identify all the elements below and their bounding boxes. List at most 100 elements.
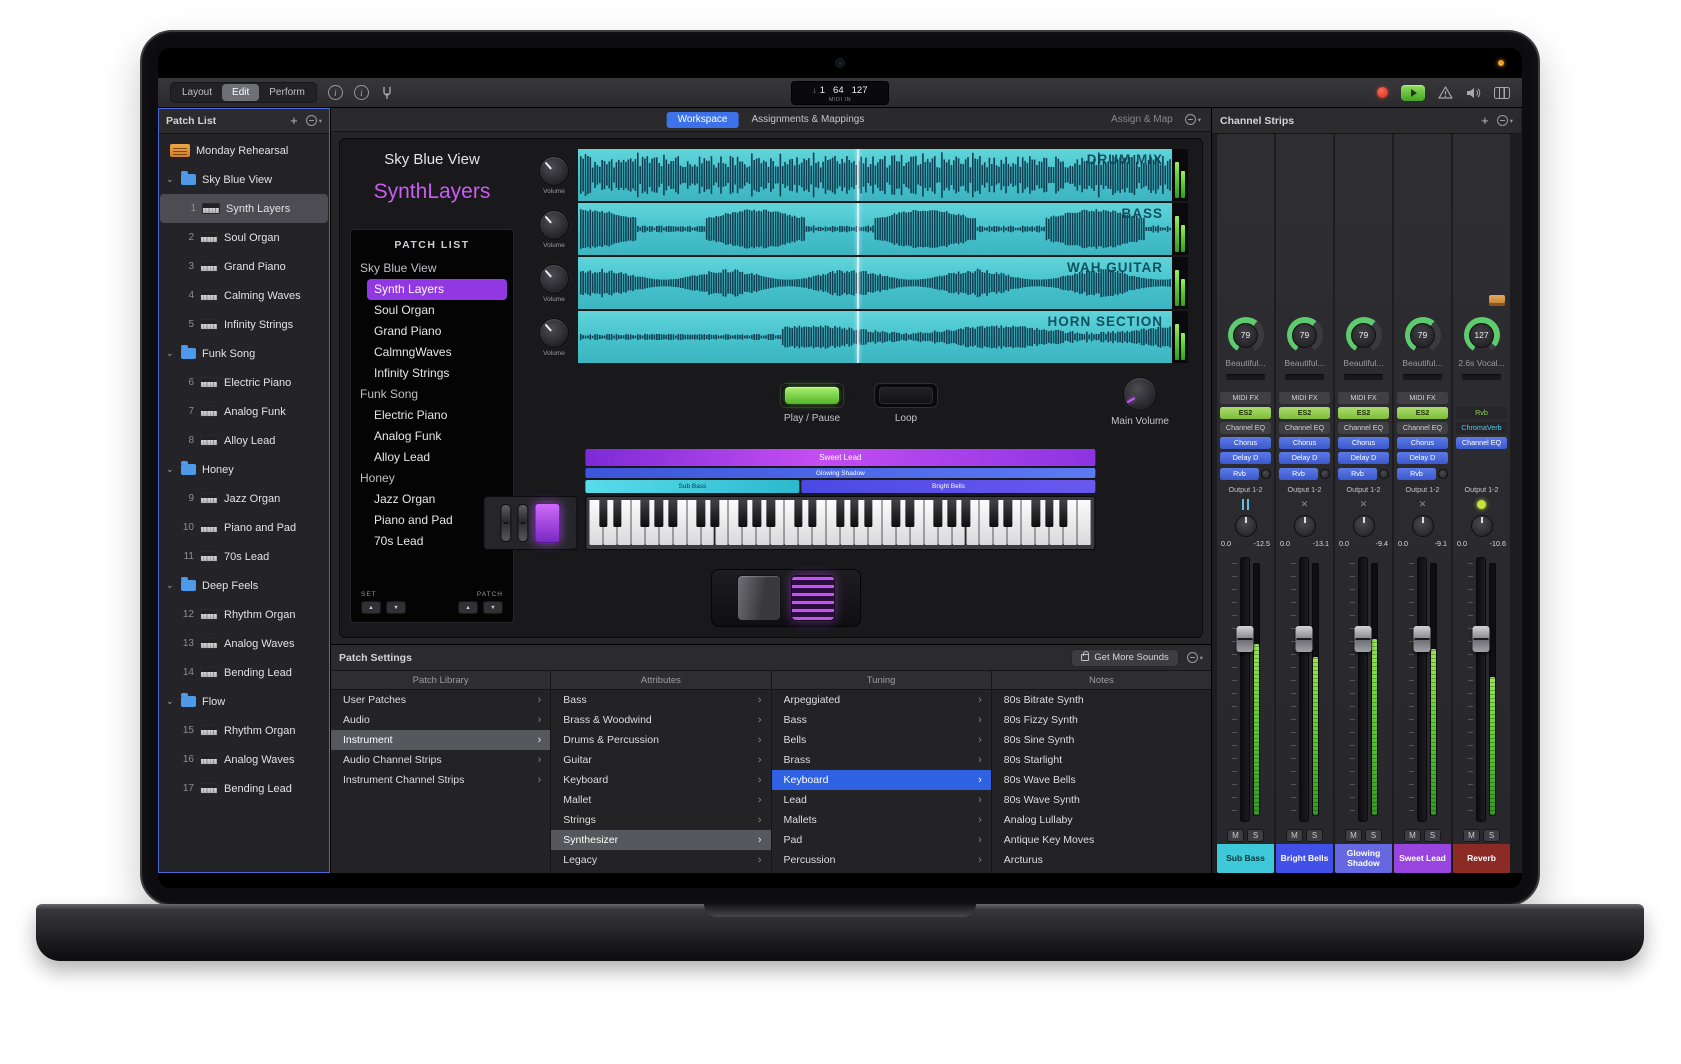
strip-level-knob[interactable]: 127: [1464, 317, 1500, 353]
send-knob[interactable]: [1379, 469, 1389, 479]
browser-item-80s-bitrate-synth[interactable]: 80s Bitrate Synth: [992, 690, 1211, 710]
midi-fx-slot[interactable]: MIDI FX: [1397, 392, 1448, 404]
patch-box-item[interactable]: Sky Blue View: [351, 258, 513, 279]
browser-item-pad[interactable]: Pad›: [772, 830, 991, 850]
send-knob[interactable]: [1320, 469, 1330, 479]
browser-item-keyboard[interactable]: Keyboard›: [551, 770, 770, 790]
midi-fx-slot[interactable]: MIDI FX: [1338, 392, 1389, 404]
piano-black-key[interactable]: [1059, 500, 1068, 527]
track-volume-knob[interactable]: [539, 210, 569, 240]
send-slot[interactable]: Rvb: [1397, 467, 1448, 481]
strip-name[interactable]: Reverb: [1453, 844, 1510, 873]
tab-workspace[interactable]: Workspace: [667, 112, 739, 128]
layer-sweet-lead[interactable]: Sweet Lead: [585, 449, 1095, 466]
piano-black-key[interactable]: [794, 500, 803, 527]
patch-row[interactable]: 15Rhythm Organ: [158, 716, 330, 745]
browser-item-bass[interactable]: Bass›: [551, 690, 770, 710]
audio-fx-slot[interactable]: Delay D: [1338, 452, 1389, 464]
waveform-display[interactable]: HORN SECTION: [578, 311, 1172, 363]
track-volume-knob[interactable]: [539, 156, 569, 186]
patch-box-item[interactable]: Funk Song: [351, 384, 513, 405]
piano-black-key[interactable]: [738, 500, 747, 527]
sustain-pedal[interactable]: [791, 575, 835, 621]
touch-pad[interactable]: [534, 503, 560, 543]
channel-strips-menu-button[interactable]: ▾: [1497, 115, 1513, 126]
fader-cap[interactable]: [1295, 626, 1312, 652]
layer-bright-bells[interactable]: Bright Bells: [802, 480, 1096, 493]
output-slot[interactable]: Output 1-2: [1217, 483, 1274, 496]
patch-box-item[interactable]: CalmngWaves: [351, 342, 513, 363]
pan-knob[interactable]: [1412, 515, 1434, 537]
piano-black-key[interactable]: [948, 500, 957, 527]
patch-box-item[interactable]: Electric Piano: [351, 405, 513, 426]
browser-item-guitar[interactable]: Guitar›: [551, 750, 770, 770]
patch-row[interactable]: 8Alloy Lead: [158, 426, 330, 455]
solo-button[interactable]: S: [1365, 829, 1382, 842]
browser-item-legacy[interactable]: Legacy›: [551, 850, 770, 870]
set-down-button[interactable]: ▼: [386, 601, 406, 614]
browser-item-arpeggiated[interactable]: Arpeggiated›: [772, 690, 991, 710]
send-knob[interactable]: [1438, 469, 1448, 479]
strip-level-knob[interactable]: 79: [1405, 317, 1441, 353]
browser-item-80s-sine-synth[interactable]: 80s Sine Synth: [992, 730, 1211, 750]
send-slot[interactable]: Rvb: [1338, 467, 1389, 481]
set-row[interactable]: ⌄Honey: [158, 455, 330, 484]
browser-item-drums-percussion[interactable]: Drums & Percussion›: [551, 730, 770, 750]
audio-fx-slot[interactable]: ChromaVerb: [1456, 422, 1507, 434]
speaker-icon[interactable]: [1466, 87, 1481, 99]
workspace-menu-button[interactable]: ▾: [1185, 114, 1201, 125]
tab-assignments-mappings[interactable]: Assignments & Mappings: [741, 112, 876, 128]
patch-row[interactable]: 12Rhythm Organ: [158, 600, 330, 629]
mute-button[interactable]: M: [1286, 829, 1303, 842]
audio-fx-slot[interactable]: Channel EQ: [1279, 422, 1330, 434]
concert-row[interactable]: Monday Rehearsal: [158, 136, 330, 165]
piano-black-key[interactable]: [1003, 500, 1012, 527]
piano-black-key[interactable]: [613, 500, 622, 527]
browser-item-instrument-channel-strips[interactable]: Instrument Channel Strips›: [331, 770, 550, 790]
output-slot[interactable]: Output 1-2: [1276, 483, 1333, 496]
browser-item-analog-lullaby[interactable]: Analog Lullaby: [992, 810, 1211, 830]
send-slot[interactable]: [1456, 467, 1507, 481]
instrument-slot[interactable]: Rvb: [1456, 407, 1507, 419]
instrument-slot[interactable]: ES2: [1279, 407, 1330, 419]
audio-fx-slot[interactable]: Chorus: [1338, 437, 1389, 449]
audio-fx-slot[interactable]: Delay D: [1397, 452, 1448, 464]
piano-black-key[interactable]: [808, 500, 817, 527]
mute-button[interactable]: M: [1227, 829, 1244, 842]
patch-row[interactable]: 3Grand Piano: [158, 252, 330, 281]
browser-item-instrument[interactable]: Instrument›: [331, 730, 550, 750]
piano-black-key[interactable]: [934, 500, 943, 527]
main-volume-knob[interactable]: [1123, 377, 1157, 411]
send-slot[interactable]: Rvb: [1279, 467, 1330, 481]
piano-black-key[interactable]: [1031, 500, 1040, 527]
patch-up-button[interactable]: ▲: [458, 601, 478, 614]
piano-black-key[interactable]: [962, 500, 971, 527]
piano-black-key[interactable]: [1045, 500, 1054, 527]
patch-row[interactable]: 9Jazz Organ: [158, 484, 330, 513]
fader-track[interactable]: [1299, 557, 1309, 822]
patch-row[interactable]: 17Bending Lead: [158, 774, 330, 803]
output-slot[interactable]: Output 1-2: [1453, 483, 1510, 496]
patch-row[interactable]: 6Electric Piano: [158, 368, 330, 397]
piano-black-key[interactable]: [752, 500, 761, 527]
patch-box-item[interactable]: Soul Organ: [351, 300, 513, 321]
browser-item-lead[interactable]: Lead›: [772, 790, 991, 810]
browser-item-mallets[interactable]: Mallets›: [772, 810, 991, 830]
browser-item-mallet[interactable]: Mallet›: [551, 790, 770, 810]
audio-fx-slot[interactable]: Delay D: [1279, 452, 1330, 464]
playhead[interactable]: [857, 149, 859, 201]
playhead[interactable]: [857, 203, 859, 255]
mute-button[interactable]: M: [1345, 829, 1362, 842]
tuner-icon[interactable]: [380, 86, 394, 100]
audio-fx-slot[interactable]: Channel EQ: [1397, 422, 1448, 434]
waveform-display[interactable]: WAH GUITAR: [578, 257, 1172, 309]
audio-fx-slot[interactable]: Channel EQ: [1338, 422, 1389, 434]
solo-button[interactable]: S: [1306, 829, 1323, 842]
strip-level-knob[interactable]: 79: [1287, 317, 1323, 353]
browser-item-user-patches[interactable]: User Patches›: [331, 690, 550, 710]
browser-item-keyboard[interactable]: Keyboard›: [772, 770, 991, 790]
pan-knob[interactable]: [1353, 515, 1375, 537]
pan-knob[interactable]: [1235, 515, 1257, 537]
browser-item-arcturus[interactable]: Arcturus: [992, 850, 1211, 870]
browser-item-percussion[interactable]: Percussion›: [772, 850, 991, 870]
